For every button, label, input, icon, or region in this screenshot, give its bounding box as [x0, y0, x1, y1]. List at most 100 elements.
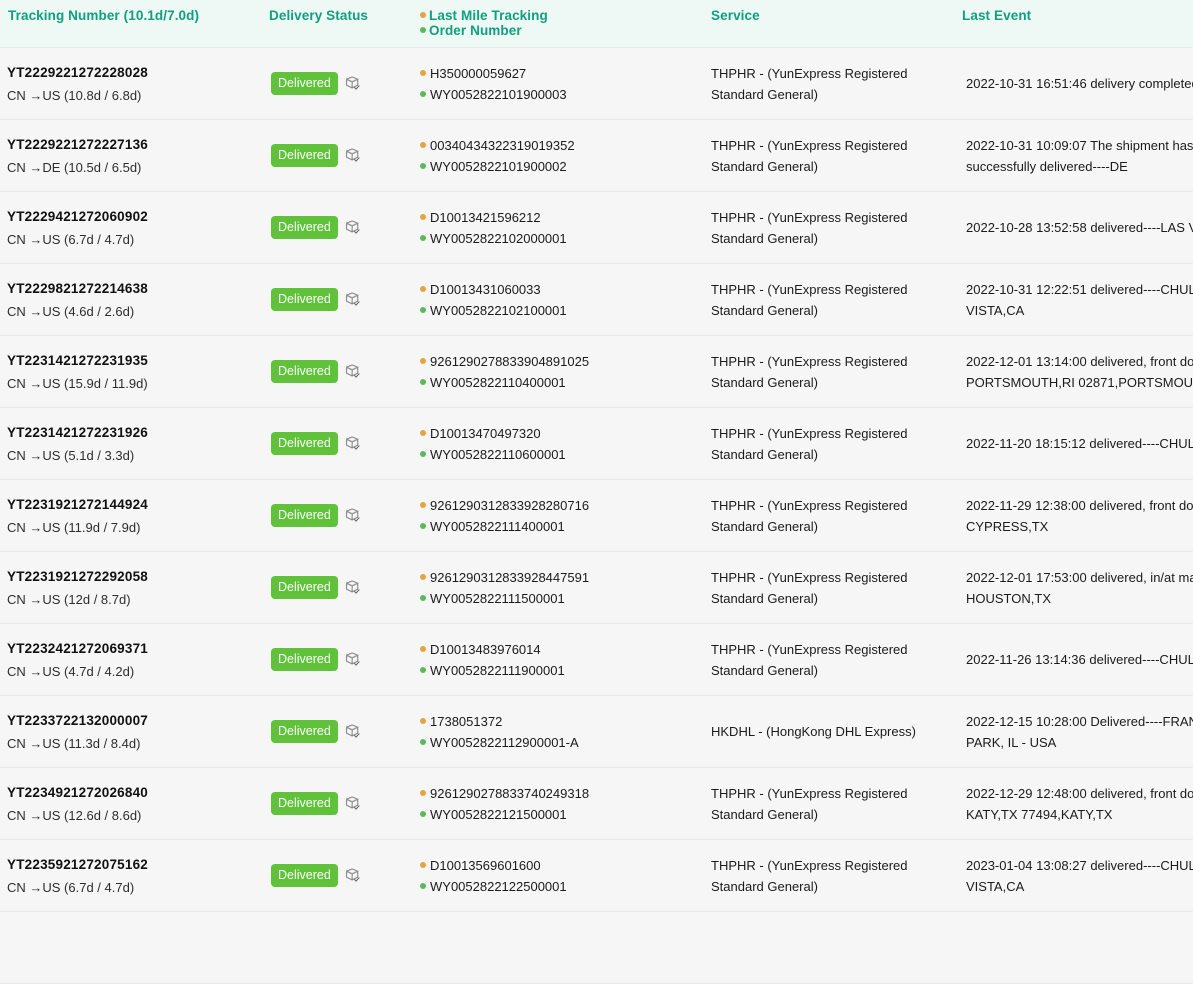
last-mile-tracking-value[interactable]: D10013431060033 [430, 282, 541, 297]
order-number-value[interactable]: WY0052822111900001 [430, 663, 565, 678]
green-bullet-icon [420, 451, 426, 458]
table-row[interactable]: YT2231921272292058 CN →US (12d / 8.7d) Del… [0, 551, 1193, 624]
status-badge[interactable]: Delivered [271, 431, 338, 456]
table-row[interactable]: YT2235921272075162 CN →US (6.7d / 4.7d) De… [0, 839, 1193, 912]
order-number-value[interactable]: WY0052822112900001-A [430, 735, 579, 750]
cell-delivery-status: Delivered [261, 47, 412, 120]
cell-last-mile-order: 9261290278833740249318 WY0052822121500001 [412, 767, 703, 840]
table-row[interactable]: YT2229221272228028 CN →US (10.8d / 6.8d) D… [0, 47, 1193, 120]
order-number-value[interactable]: WY0052822102100001 [430, 303, 567, 318]
last-event-value: 2022-12-15 10:28:00 Delivered----FRANKLI… [966, 713, 1193, 750]
column-header-service[interactable]: Service [703, 0, 954, 48]
order-number-line: WY0052822121500001 [420, 804, 695, 825]
table-row[interactable]: YT2229821272214638 CN →US (4.6d / 2.6d) De… [0, 263, 1193, 336]
package-check-icon[interactable] [344, 291, 361, 308]
service-value: HKDHL - (HongKong DHL Express) [711, 724, 916, 739]
green-bullet-icon [420, 235, 426, 242]
status-wrap: Delivered [271, 575, 404, 600]
column-header-last-event[interactable]: Last Event [954, 0, 1193, 48]
status-badge[interactable]: Delivered [271, 575, 338, 600]
package-check-icon[interactable] [344, 147, 361, 164]
tracking-number-link[interactable]: YT2235921272075162 [7, 854, 253, 875]
orange-bullet-icon [420, 574, 426, 581]
tracking-number-link[interactable]: YT2234921272026840 [7, 782, 253, 803]
status-badge[interactable]: Delivered [271, 719, 338, 744]
table-row[interactable]: YT2231421272231935 CN →US (15.9d / 11.9d)… [0, 335, 1193, 408]
tracking-route: CN →US (5.1d / 3.3d) [7, 447, 135, 463]
table-row[interactable]: YT2234921272026840 CN →US (12.6d / 8.6d) D… [0, 767, 1193, 840]
table-row[interactable]: YT2233722132000007 CN →US (11.3d / 8.4d) D… [0, 695, 1193, 768]
cell-last-mile-order: D10013569601600 WY0052822122500001 [412, 839, 703, 912]
order-number-value[interactable]: WY0052822110600001 [430, 447, 566, 462]
tracking-number-link[interactable]: YT2229821272214638 [7, 278, 253, 299]
status-badge[interactable]: Delivered [271, 71, 338, 96]
tracking-number-link[interactable]: YT2229221272227136 [7, 134, 253, 155]
tracking-number-link[interactable]: YT2231921272144924 [7, 494, 253, 515]
package-check-icon[interactable] [344, 435, 361, 452]
order-number-value[interactable]: WY0052822101900003 [430, 87, 567, 102]
tracking-number-link[interactable]: YT2231421272231935 [7, 350, 253, 371]
package-check-icon[interactable] [344, 723, 361, 740]
last-mile-tracking-line: D10013483976014 [420, 639, 695, 660]
cell-last-mile-order: 9261290278833904891025 WY0052822110400001 [412, 335, 703, 408]
package-check-icon[interactable] [344, 795, 361, 812]
last-mile-tracking-value[interactable]: H350000059627 [430, 66, 526, 81]
orange-bullet-icon [420, 502, 426, 509]
last-mile-tracking-value[interactable]: D10013569601600 [430, 858, 541, 873]
last-mile-tracking-value[interactable]: 1738051372 [430, 714, 502, 729]
cell-delivery-status: Delivered [261, 263, 412, 336]
last-mile-tracking-value[interactable]: D10013483976014 [430, 642, 541, 657]
table-row[interactable]: YT2231921272144924 CN →US (11.9d / 7.9d) D… [0, 479, 1193, 552]
service-value: THPHR - (YunExpress Registered Standard … [711, 857, 908, 894]
tracking-number-link[interactable]: YT2229221272228028 [7, 62, 253, 83]
last-mile-tracking-value[interactable]: D10013470497320 [430, 426, 541, 441]
table-row[interactable]: YT2229421272060902 CN →US (6.7d / 4.7d) De… [0, 191, 1193, 264]
green-bullet-icon [420, 91, 426, 98]
status-badge[interactable]: Delivered [271, 287, 338, 312]
table-row[interactable]: YT2231421272231926 CN →US (5.1d / 3.3d) De… [0, 407, 1193, 480]
tracking-number-link[interactable]: YT2231421272231926 [7, 422, 253, 443]
tracking-number-link[interactable]: YT2233722132000007 [7, 710, 253, 731]
status-badge[interactable]: Delivered [271, 215, 338, 240]
status-badge[interactable]: Delivered [271, 503, 338, 528]
status-badge[interactable]: Delivered [271, 791, 338, 816]
order-number-value[interactable]: WY0052822122500001 [430, 879, 567, 894]
package-check-icon[interactable] [344, 507, 361, 524]
column-header-order-number-label: Order Number [429, 23, 522, 38]
last-mile-tracking-line: D10013431060033 [420, 279, 695, 300]
status-badge[interactable]: Delivered [271, 647, 338, 672]
table-row[interactable]: YT2229221272227136 CN →DE (10.5d / 6.5d) D… [0, 119, 1193, 192]
package-check-icon[interactable] [344, 579, 361, 596]
order-number-value[interactable]: WY0052822101900002 [430, 159, 567, 174]
green-bullet-icon [420, 523, 426, 530]
cell-last-mile-order: 00340434322319019352 WY0052822101900002 [412, 119, 703, 192]
package-check-icon[interactable] [344, 219, 361, 236]
last-mile-tracking-value[interactable]: 9261290278833904891025 [430, 354, 589, 369]
order-number-value[interactable]: WY0052822110400001 [430, 375, 566, 390]
tracking-number-link[interactable]: YT2232421272069371 [7, 638, 253, 659]
table-row[interactable]: YT2232421272069371 CN →US (4.7d / 4.2d) De… [0, 623, 1193, 696]
tracking-number-link[interactable]: YT2229421272060902 [7, 206, 253, 227]
order-number-value[interactable]: WY0052822111400001 [430, 519, 565, 534]
status-badge[interactable]: Delivered [271, 143, 338, 168]
order-number-value[interactable]: WY0052822111500001 [430, 591, 565, 606]
package-check-icon[interactable] [344, 867, 361, 884]
package-check-icon[interactable] [344, 651, 361, 668]
column-header-delivery-status[interactable]: Delivery Status [261, 0, 412, 48]
order-number-value[interactable]: WY0052822121500001 [430, 807, 567, 822]
last-mile-tracking-value[interactable]: 9261290278833740249318 [430, 786, 589, 801]
tracking-number-link[interactable]: YT2231921272292058 [7, 566, 253, 587]
last-mile-tracking-value[interactable]: 9261290312833928280716 [430, 498, 589, 513]
last-mile-tracking-value[interactable]: 00340434322319019352 [430, 138, 575, 153]
order-number-value[interactable]: WY0052822102000001 [430, 231, 567, 246]
last-mile-tracking-value[interactable]: 9261290312833928447591 [430, 570, 589, 585]
last-mile-tracking-value[interactable]: D10013421596212 [430, 210, 541, 225]
ids-list: H350000059627 WY0052822101900003 [420, 63, 695, 105]
status-badge[interactable]: Delivered [271, 359, 338, 384]
column-header-last-mile-order[interactable]: Last Mile Tracking Order Number [412, 0, 703, 48]
last-event-value: 2023-01-04 13:08:27 delivered----CHULA V… [966, 857, 1193, 894]
status-badge[interactable]: Delivered [271, 863, 338, 888]
package-check-icon[interactable] [344, 75, 361, 92]
column-header-tracking-number[interactable]: Tracking Number (10.1d/7.0d) [0, 0, 261, 48]
package-check-icon[interactable] [344, 363, 361, 380]
